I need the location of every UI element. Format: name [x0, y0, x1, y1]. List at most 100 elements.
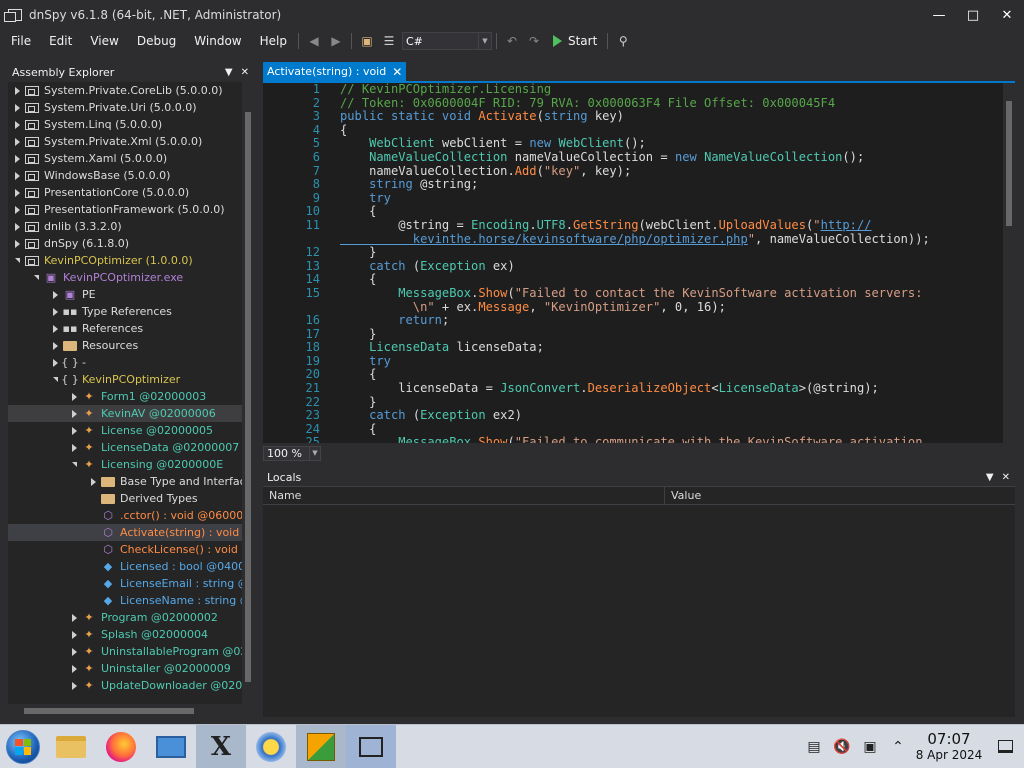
- start-debug-button[interactable]: Start: [552, 34, 597, 48]
- tree-node[interactable]: ✦ License @02000005: [8, 422, 242, 439]
- code-line[interactable]: // KevinPCOptimizer.Licensing: [340, 83, 1002, 97]
- code-area[interactable]: // KevinPCOptimizer.Licensing// Token: 0…: [340, 83, 1002, 443]
- minimize-icon[interactable]: —: [922, 0, 956, 30]
- tree-node[interactable]: ▣ KevinPCOptimizer.exe: [8, 269, 242, 286]
- panel-dropdown-icon[interactable]: ▼: [225, 67, 233, 78]
- scrollbar-thumb[interactable]: [24, 708, 194, 714]
- tree-node[interactable]: Resources: [8, 337, 242, 354]
- code-line[interactable]: WebClient webClient = new WebClient();: [340, 137, 1002, 151]
- expand-arrow-icon[interactable]: [69, 630, 79, 640]
- clipboard-icon[interactable]: ▤: [800, 725, 828, 768]
- code-token[interactable]: kevinthe.horse/kevinsoftware/php/optimiz…: [340, 232, 748, 246]
- code-line[interactable]: string @string;: [340, 177, 1002, 192]
- code-line[interactable]: nameValueCollection.Add("key", key);: [340, 164, 1002, 179]
- menu-help[interactable]: Help: [253, 34, 294, 48]
- system-app-taskbar-icon[interactable]: [246, 725, 296, 768]
- undo-icon[interactable]: ↶: [503, 32, 521, 50]
- column-header-value[interactable]: Value: [665, 487, 701, 504]
- tree-node[interactable]: PresentationFramework (5.0.0.0): [8, 201, 242, 218]
- menu-edit[interactable]: Edit: [42, 34, 79, 48]
- code-editor[interactable]: 1 2 3 4 5 6 7 8 9 10 11 12 13 14 15 16 17 18 19 20 21 22 23 24 2…: [263, 81, 1015, 443]
- tree-node[interactable]: ✦ Uninstaller @02000009: [8, 660, 242, 677]
- volume-muted-icon[interactable]: 🔇: [828, 725, 856, 768]
- expand-arrow-icon[interactable]: [50, 341, 60, 351]
- editor-tab-activate[interactable]: Activate(string) : void ✕: [263, 62, 407, 81]
- expand-arrow-icon[interactable]: [12, 205, 22, 215]
- code-line[interactable]: \n" + ex.Message, "KevinOptimizer", 0, 1…: [340, 300, 1002, 315]
- code-line[interactable]: MessageBox.Show("Failed to contact the K…: [340, 286, 1002, 301]
- code-line[interactable]: MessageBox.Show("Failed to communicate w…: [340, 436, 1002, 443]
- tree-node[interactable]: ▪▪ References: [8, 320, 242, 337]
- expand-arrow-icon[interactable]: [12, 120, 22, 130]
- expand-arrow-icon[interactable]: [12, 86, 22, 96]
- expand-arrow-icon[interactable]: [12, 154, 22, 164]
- remote-desktop-taskbar-icon[interactable]: [146, 725, 196, 768]
- panel-close-icon[interactable]: ✕: [241, 67, 249, 78]
- expand-arrow-icon[interactable]: [50, 307, 60, 317]
- xming-taskbar-icon[interactable]: X: [196, 724, 246, 768]
- expand-arrow-icon[interactable]: [69, 409, 79, 419]
- dnspy-taskbar-icon[interactable]: [346, 724, 396, 768]
- tree-node[interactable]: ✦ Form1 @02000003: [8, 388, 242, 405]
- tree-node[interactable]: { } KevinPCOptimizer: [8, 371, 242, 388]
- expand-arrow-icon[interactable]: [69, 426, 79, 436]
- code-line[interactable]: {: [340, 123, 1002, 138]
- tree-node[interactable]: KevinPCOptimizer (1.0.0.0): [8, 252, 242, 269]
- notifications-button[interactable]: [986, 725, 1024, 768]
- tree-node[interactable]: WindowsBase (5.0.0.0): [8, 167, 242, 184]
- start-button[interactable]: [0, 725, 46, 768]
- scrollbar-thumb[interactable]: [245, 112, 251, 682]
- panel-dropdown-icon[interactable]: ▼: [986, 472, 994, 483]
- firefox-taskbar-icon[interactable]: [96, 725, 146, 768]
- expand-arrow-icon[interactable]: [69, 443, 79, 453]
- code-line[interactable]: LicenseData licenseData;: [340, 340, 1002, 355]
- scrollbar-thumb[interactable]: [1006, 101, 1012, 226]
- tree-node[interactable]: ✦ KevinAV @02000006: [8, 405, 242, 422]
- code-line[interactable]: try: [340, 354, 1002, 369]
- tree-node[interactable]: System.Linq (5.0.0.0): [8, 116, 242, 133]
- tree-node[interactable]: ✦ Licensing @0200000E: [8, 456, 242, 473]
- expand-arrow-icon[interactable]: [12, 222, 22, 232]
- tree-node[interactable]: System.Xaml (5.0.0.0): [8, 150, 242, 167]
- editor-vertical-scrollbar[interactable]: [1003, 83, 1015, 443]
- tree-node[interactable]: ⬡ Activate(string) : void @0: [8, 524, 242, 541]
- expand-arrow-icon[interactable]: [69, 392, 79, 402]
- code-line[interactable]: catch (Exception ex): [340, 259, 1002, 274]
- code-line[interactable]: public static void Activate(string key): [340, 109, 1002, 124]
- menu-view[interactable]: View: [83, 34, 125, 48]
- navigate-forward-icon[interactable]: ▶: [327, 32, 345, 50]
- tree-node[interactable]: System.Private.Uri (5.0.0.0): [8, 99, 242, 116]
- code-line[interactable]: {: [340, 273, 1002, 287]
- expand-arrow-icon[interactable]: [50, 290, 60, 300]
- open-list-icon[interactable]: ☰: [380, 32, 398, 50]
- close-tab-icon[interactable]: ✕: [392, 65, 402, 79]
- code-token[interactable]: http://: [821, 218, 872, 232]
- code-line[interactable]: }: [340, 395, 1002, 410]
- expand-arrow-icon[interactable]: [69, 681, 79, 691]
- code-line[interactable]: }: [340, 327, 1002, 342]
- navigate-back-icon[interactable]: ◀: [305, 32, 323, 50]
- collapse-arrow-icon[interactable]: [50, 375, 60, 385]
- file-explorer-taskbar-icon[interactable]: [46, 725, 96, 768]
- tree-node[interactable]: PresentationCore (5.0.0.0): [8, 184, 242, 201]
- expand-arrow-icon[interactable]: [69, 664, 79, 674]
- code-line[interactable]: catch (Exception ex2): [340, 408, 1002, 423]
- code-line[interactable]: return;: [340, 313, 1002, 328]
- expand-arrow-icon[interactable]: [12, 188, 22, 198]
- expand-arrow-icon[interactable]: [12, 171, 22, 181]
- tree-node[interactable]: ◆ Licensed : bool @040000: [8, 558, 242, 575]
- code-line[interactable]: @string = Encoding.UTF8.GetString(webCli…: [340, 218, 1002, 233]
- chevron-up-icon[interactable]: ⌃: [884, 725, 912, 768]
- code-line[interactable]: // Token: 0x0600004F RID: 79 RVA: 0x0000…: [340, 96, 1002, 111]
- tree-vertical-scrollbar[interactable]: [242, 82, 254, 704]
- open-folder-icon[interactable]: ▣: [358, 32, 376, 50]
- tree-node[interactable]: ✦ UpdateDownloader @02000: [8, 677, 242, 694]
- tree-node[interactable]: ▪▪ Type References: [8, 303, 242, 320]
- expand-arrow-icon[interactable]: [88, 477, 98, 487]
- tree-node[interactable]: System.Private.Xml (5.0.0.0): [8, 133, 242, 150]
- code-line[interactable]: licenseData = JsonConvert.DeserializeObj…: [340, 381, 1002, 396]
- tree-node[interactable]: { } -: [8, 354, 242, 371]
- code-line[interactable]: try: [340, 191, 1002, 206]
- expand-arrow-icon[interactable]: [12, 239, 22, 249]
- expand-arrow-icon[interactable]: [12, 137, 22, 147]
